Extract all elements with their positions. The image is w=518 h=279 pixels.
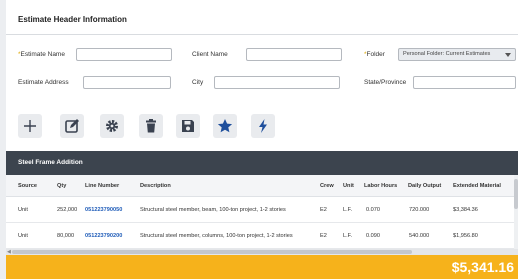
folder-select-value: Personal Folder: Current Estimates	[403, 51, 491, 57]
cell-description: Structural steel member, columns, 100-to…	[140, 233, 293, 239]
cell-description: Structural steel member, beam, 100-ton p…	[140, 207, 286, 213]
section-title: Steel Frame Addition	[18, 159, 83, 166]
page-title: Estimate Header Information	[18, 15, 127, 24]
estimate-address-input[interactable]	[83, 76, 171, 89]
edit-button[interactable]	[60, 114, 84, 138]
line-number-link[interactable]: 051223790200	[85, 233, 122, 239]
column-header[interactable]: Description	[140, 183, 171, 189]
cell-labor-hours: 0.070	[366, 207, 380, 213]
quick-action-button[interactable]	[251, 114, 275, 138]
plus-icon	[24, 120, 36, 132]
cell-labor-hours: 0.090	[366, 233, 380, 239]
table-row[interactable]: Unit 80,000 051223790200 Structural stee…	[6, 223, 518, 249]
header-divider	[6, 34, 518, 35]
trash-icon	[146, 119, 156, 133]
vertical-scrollbar[interactable]	[514, 175, 518, 249]
save-icon	[182, 120, 194, 132]
estimate-address-label: Estimate Address	[18, 79, 69, 86]
cell-qty: 252,000	[57, 207, 78, 213]
line-number-link[interactable]: 051223790050	[85, 207, 122, 213]
folder-label: *Folder	[364, 51, 385, 58]
client-name-label: Client Name	[192, 51, 228, 58]
cell-source: Unit	[18, 207, 28, 213]
cell-crew: E2	[320, 233, 327, 239]
cell-daily-output: 540.000	[409, 233, 430, 239]
cell-extended-material: $1,956.80	[453, 233, 478, 239]
section-header: Steel Frame Addition	[6, 151, 518, 175]
scroll-left-icon[interactable]: ◀	[7, 250, 11, 255]
state-label: State/Province	[364, 79, 407, 86]
column-header[interactable]: Crew	[320, 183, 334, 189]
column-header[interactable]: Qty	[57, 183, 66, 189]
cell-unit: L.F.	[343, 207, 353, 213]
column-header[interactable]: Source	[18, 183, 37, 189]
scrollbar-thumb[interactable]	[12, 250, 412, 254]
column-header[interactable]: Extended Material	[453, 183, 501, 189]
estimate-name-label: *Estimate Name	[18, 51, 65, 58]
favorite-button[interactable]	[213, 114, 237, 138]
column-header[interactable]: Labor Hours	[364, 183, 397, 189]
client-name-input[interactable]	[246, 48, 342, 61]
lightning-icon	[259, 119, 267, 133]
cell-source: Unit	[18, 233, 28, 239]
scrollbar-thumb[interactable]	[514, 179, 518, 209]
state-input[interactable]	[413, 76, 516, 89]
delete-button[interactable]	[139, 114, 163, 138]
star-icon	[217, 119, 233, 133]
save-button[interactable]	[176, 114, 200, 138]
folder-select[interactable]: Personal Folder: Current Estimates	[398, 48, 516, 61]
column-header[interactable]: Unit	[343, 183, 354, 189]
estimate-total: $5,341.16	[451, 259, 514, 275]
gear-icon	[106, 120, 118, 132]
cell-daily-output: 720.000	[409, 207, 430, 213]
settings-button[interactable]	[100, 114, 124, 138]
table-row[interactable]: Unit 252,000 051223790050 Structural ste…	[6, 197, 518, 223]
table-header: Source Qty Line Number Description Crew …	[6, 175, 518, 197]
cell-crew: E2	[320, 207, 327, 213]
estimate-name-input[interactable]	[76, 48, 172, 61]
cell-unit: L.F.	[343, 233, 353, 239]
cell-qty: 80,000	[57, 233, 75, 239]
add-button[interactable]	[18, 114, 42, 138]
chevron-down-icon	[505, 53, 511, 57]
edit-icon	[65, 119, 79, 133]
city-input[interactable]	[214, 76, 340, 89]
estimate-panel: Estimate Header Information *Estimate Na…	[6, 0, 518, 279]
city-label: City	[192, 79, 204, 86]
column-header[interactable]: Line Number	[85, 183, 119, 189]
column-header[interactable]: Daily Output	[408, 183, 441, 189]
line-items-table: Source Qty Line Number Description Crew …	[6, 175, 518, 249]
total-bar: $5,341.16	[6, 255, 518, 279]
cell-extended-material: $3,384.36	[453, 207, 478, 213]
